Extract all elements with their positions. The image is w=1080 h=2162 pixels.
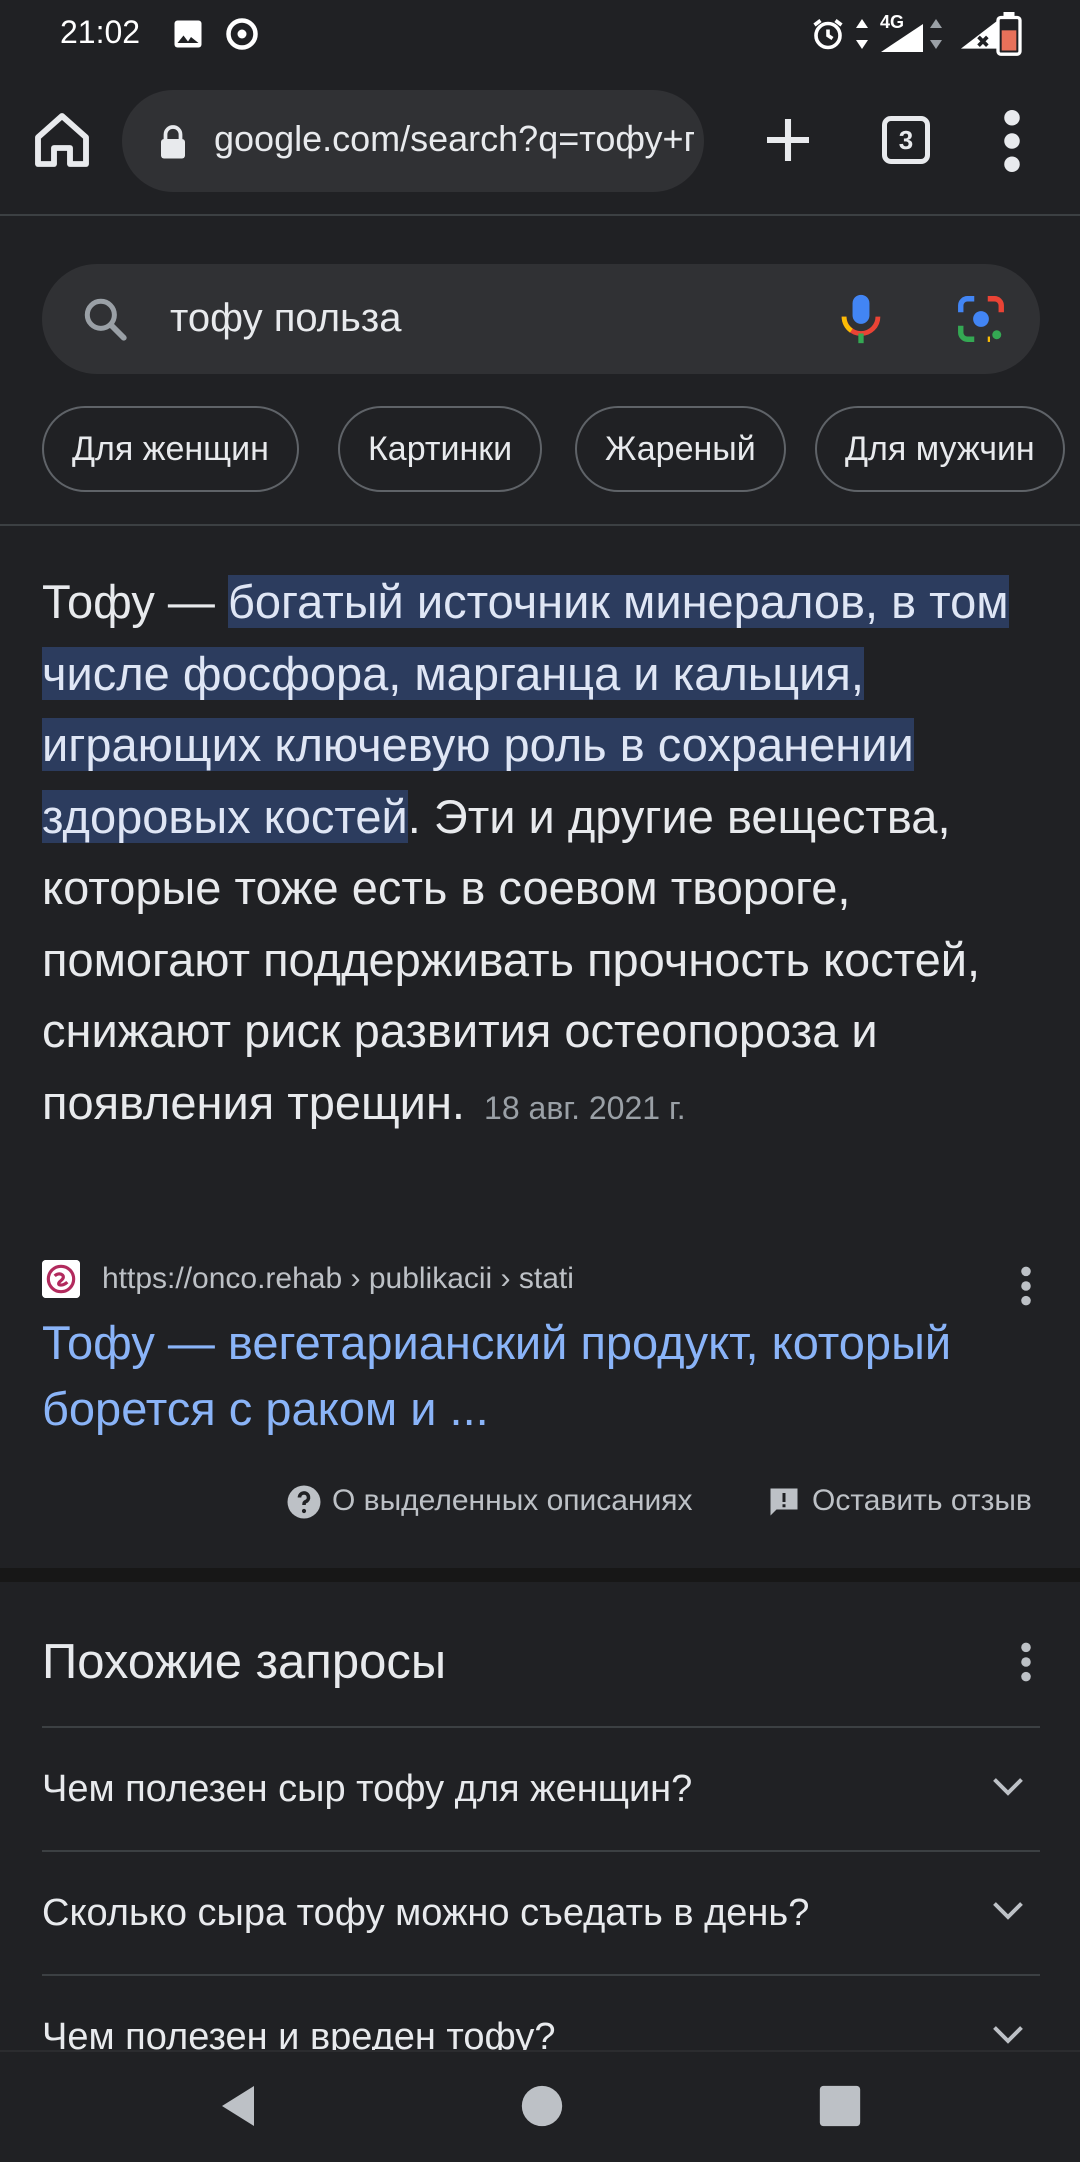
back-icon[interactable] xyxy=(216,2082,260,2130)
result-title-link[interactable]: Тофу — вегетарианский продукт, который б… xyxy=(42,1310,1002,1442)
home-circle-icon[interactable] xyxy=(520,2084,564,2128)
chevron-down-icon xyxy=(993,2026,1023,2044)
chevron-down-icon xyxy=(993,1778,1023,1796)
chip-dlya-zhenshchin[interactable]: Для женщин xyxy=(42,406,299,492)
search-box[interactable]: тофу польза xyxy=(42,264,1040,374)
divider xyxy=(0,524,1080,526)
related-item-label: Чем полезен сыр тофу для женщин? xyxy=(42,1768,693,1810)
search-input[interactable]: тофу польза xyxy=(170,296,401,341)
source-url[interactable]: https://onco.rehab › publikacii › stati xyxy=(102,1262,574,1296)
about-featured-label: О выделенных описаниях xyxy=(332,1484,693,1517)
mic-icon[interactable] xyxy=(832,290,890,348)
related-item-label: Сколько сыра тофу можно съедать в день? xyxy=(42,1892,810,1934)
feedback-link[interactable]: Оставить отзыв xyxy=(766,1484,1032,1528)
data-arrows-icon xyxy=(856,19,868,49)
help-icon xyxy=(287,1485,321,1519)
alarm-icon xyxy=(813,19,843,50)
feedback-icon xyxy=(770,1488,798,1516)
recents-icon[interactable] xyxy=(818,2084,862,2128)
related-item[interactable]: Сколько сыра тофу можно съедать в день? xyxy=(42,1850,1040,1974)
more-vert-icon[interactable] xyxy=(1016,1640,1036,1684)
plus-icon[interactable] xyxy=(760,112,816,168)
chevron-down-icon xyxy=(993,1902,1023,1920)
chip-zharenyi[interactable]: Жареный xyxy=(575,406,786,492)
section-divider xyxy=(0,1568,1080,1582)
home-icon[interactable] xyxy=(30,108,94,172)
more-vert-icon[interactable] xyxy=(1000,110,1024,172)
signal-icon xyxy=(881,24,923,52)
site-favicon[interactable] xyxy=(42,1260,80,1298)
tab-switcher-button[interactable]: 3 xyxy=(882,116,930,164)
lock-icon xyxy=(161,125,185,159)
about-featured-snippets-link[interactable]: О выделенных описаниях xyxy=(286,1484,693,1528)
snippet-date: 18 авг. 2021 г. xyxy=(484,1089,686,1126)
onco-logo-icon xyxy=(42,1260,80,1298)
chip-dlya-muzhchin[interactable]: Для мужчин xyxy=(815,406,1065,492)
battery-icon xyxy=(996,12,1022,56)
data-arrows-icon-2 xyxy=(930,19,942,49)
more-vert-icon[interactable] xyxy=(1016,1264,1036,1308)
lens-icon[interactable] xyxy=(954,292,1008,346)
media-icon xyxy=(226,18,258,50)
status-bar: 21:02 4G xyxy=(0,0,1080,68)
chip-kartinki[interactable]: Картинки xyxy=(338,406,543,492)
feedback-label: Оставить отзыв xyxy=(812,1484,1032,1517)
system-nav-bar xyxy=(0,2050,1080,2162)
address-bar[interactable]: google.com/search?q=тофу+г xyxy=(122,90,704,192)
browser-toolbar: google.com/search?q=тофу+г 3 xyxy=(0,68,1080,216)
featured-snippet-text: Тофу — богатый источник минералов, в том… xyxy=(42,566,1042,1144)
related-searches-title: Похожие запросы xyxy=(42,1635,447,1689)
url-text: google.com/search?q=тофу+г xyxy=(214,118,694,159)
image-icon xyxy=(174,20,202,48)
snippet-prefix: Тофу — xyxy=(42,575,228,628)
search-icon[interactable] xyxy=(80,294,130,344)
related-item[interactable]: Чем полезен сыр тофу для женщин? xyxy=(42,1726,1040,1850)
status-time: 21:02 xyxy=(60,14,141,50)
